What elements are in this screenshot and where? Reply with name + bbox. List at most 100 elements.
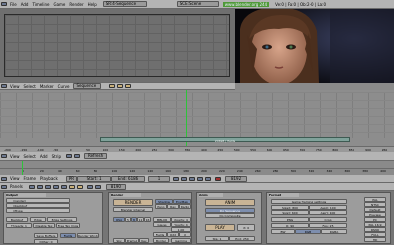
render-panel-tab[interactable]: Render: [111, 193, 141, 197]
seq-menu-select[interactable]: Select: [22, 154, 38, 159]
scene-icon[interactable]: [68, 184, 75, 189]
fields-render-toggle[interactable]: Fields: [153, 232, 167, 237]
fps-field[interactable]: 8192: [225, 175, 248, 182]
record-icon[interactable]: [215, 176, 222, 181]
object-icon[interactable]: [52, 184, 59, 189]
do-composite-toggle[interactable]: Do Composite: [205, 213, 255, 218]
seq-menu-strip[interactable]: Strip: [50, 154, 63, 159]
start-frame-field[interactable]: Start: 1: [77, 175, 112, 182]
fields-toggle[interactable]: Fields: [60, 233, 76, 238]
backbuf-toggle[interactable]: Backbuf: [6, 217, 28, 222]
gauss-toggle[interactable]: Gauss: [153, 222, 171, 227]
ipo-menu-marker[interactable]: Marker: [38, 84, 56, 89]
editing-icon[interactable]: [60, 184, 67, 189]
rewind-icon[interactable]: [173, 176, 180, 181]
timeline[interactable]: 0204060801001201401601802002202402602803…: [0, 161, 394, 175]
save-buffers-toggle[interactable]: Save Buffers: [34, 233, 58, 238]
dither-field[interactable]: Dither: 0: [34, 239, 58, 244]
tl-menu-frame[interactable]: Frame: [22, 176, 38, 181]
seq-menu-view[interactable]: View: [8, 154, 22, 159]
file-format-selector[interactable]: PNG: [271, 217, 309, 222]
preview-range-toggle[interactable]: PR: [65, 175, 78, 182]
shading-icon[interactable]: [44, 184, 51, 189]
output-panel-tab[interactable]: Output: [6, 193, 46, 197]
menu-help[interactable]: Help: [86, 2, 99, 7]
script-icon[interactable]: [36, 184, 43, 189]
x-toggle[interactable]: X: [179, 232, 191, 237]
seq-view-icon[interactable]: [66, 154, 72, 158]
render-icon[interactable]: [76, 184, 83, 189]
border-toggle[interactable]: Border: [153, 238, 169, 243]
anim-end-field[interactable]: End: 250: [229, 236, 255, 241]
menu-game[interactable]: Game: [51, 2, 67, 7]
buttons-frame-field[interactable]: 8190: [105, 183, 126, 190]
renderer-selector[interactable]: Blender Internal: [113, 207, 153, 212]
curve-editor[interactable]: [0, 9, 235, 82]
gamma-toggle[interactable]: Gamma: [171, 238, 191, 243]
anim-panel-tab[interactable]: Anim: [199, 193, 223, 197]
menu-file[interactable]: File: [8, 2, 19, 7]
buttons-editor-type-icon[interactable]: [1, 184, 7, 189]
next-key-icon[interactable]: [197, 176, 204, 181]
anim-button[interactable]: ANIM: [205, 199, 255, 206]
tl-editor-type-icon[interactable]: [1, 176, 7, 181]
prev-key-icon[interactable]: [181, 176, 188, 181]
ray-toggle[interactable]: Ray: [167, 204, 179, 209]
aspy-field[interactable]: AspY: 100: [309, 210, 347, 215]
edge-toggle[interactable]: Edge: [30, 217, 46, 222]
logic-icon[interactable]: [28, 184, 35, 189]
ipo-pin-icon[interactable]: [125, 84, 132, 88]
key-toggle[interactable]: Key: [139, 238, 149, 243]
current-frame-field[interactable]: 1: [148, 175, 171, 182]
odd-toggle[interactable]: Odd: [167, 232, 179, 237]
fast-forward-icon[interactable]: [205, 176, 212, 181]
ipo-zoom-icon[interactable]: [117, 84, 124, 88]
blender-logo-icon[interactable]: [1, 2, 7, 6]
ipo-menu-view[interactable]: View: [8, 84, 22, 89]
end-frame-field[interactable]: End: 6186: [111, 175, 146, 182]
rgba-toggle[interactable]: RGBA: [321, 229, 347, 234]
fps-format-field[interactable]: Fps: 25: [309, 223, 347, 228]
play-button[interactable]: PLAY: [205, 224, 235, 231]
scene-selector[interactable]: SCE:Scene: [176, 1, 219, 7]
osa-16[interactable]: 16: [144, 217, 151, 222]
crop-toggle[interactable]: Crop: [309, 217, 347, 222]
sky-toggle[interactable]: Sky: [113, 238, 125, 243]
anim-start-field[interactable]: Sta: 1: [205, 236, 229, 241]
anim-icon[interactable]: [86, 184, 93, 189]
premul-toggle[interactable]: Premul: [125, 238, 139, 243]
preset-hd[interactable]: HD: [364, 237, 386, 242]
menu-add[interactable]: Add: [19, 2, 31, 7]
refresh-button[interactable]: Refresh: [84, 153, 108, 159]
format-panel-tab[interactable]: Format: [269, 193, 299, 197]
osa-toggle[interactable]: OSA: [113, 217, 125, 222]
panels-menu[interactable]: Panels: [8, 184, 25, 189]
sequence-strip[interactable]: 20698 | fields: [100, 137, 350, 143]
play-icon[interactable]: [189, 176, 196, 181]
timeline-cursor[interactable]: [22, 161, 23, 175]
edge-settings-button[interactable]: Edge Settings: [47, 217, 77, 222]
bw-toggle[interactable]: BW: [271, 229, 295, 234]
game-framing-button[interactable]: Game framing settings: [271, 199, 347, 204]
radio-toggle[interactable]: Radio: [179, 204, 191, 209]
menu-timeline[interactable]: Timeline: [30, 2, 51, 7]
pano-toggle[interactable]: Pano: [155, 204, 167, 209]
menu-render[interactable]: Render: [67, 2, 85, 7]
editor-type-icon[interactable]: [1, 84, 7, 88]
seq-menu-add[interactable]: Add: [38, 154, 50, 159]
sound-icon[interactable]: [94, 184, 101, 189]
ipo-menu-select[interactable]: Select: [22, 84, 38, 89]
rt-field[interactable]: rt: 0: [237, 224, 255, 231]
sequence-editor[interactable]: 20698 | fields: [0, 90, 394, 146]
output-path-ftype[interactable]: //ftype: [6, 208, 70, 213]
tl-menu-playback[interactable]: Playback: [38, 176, 60, 181]
seq-zoom-icon[interactable]: [74, 154, 80, 158]
osa-11[interactable]: 11: [137, 217, 144, 222]
disable-tex-toggle[interactable]: Disable Tex: [33, 223, 55, 228]
screen-selector[interactable]: SR:4-Sequence: [102, 1, 147, 7]
sizey-field[interactable]: SizeY: 600: [271, 210, 309, 215]
render-window-menu[interactable]: Render Window: [77, 233, 99, 238]
render-button[interactable]: RENDER: [113, 199, 153, 206]
ipo-lock-icon[interactable]: [109, 84, 116, 88]
seq-editor-type-icon[interactable]: [1, 154, 7, 158]
